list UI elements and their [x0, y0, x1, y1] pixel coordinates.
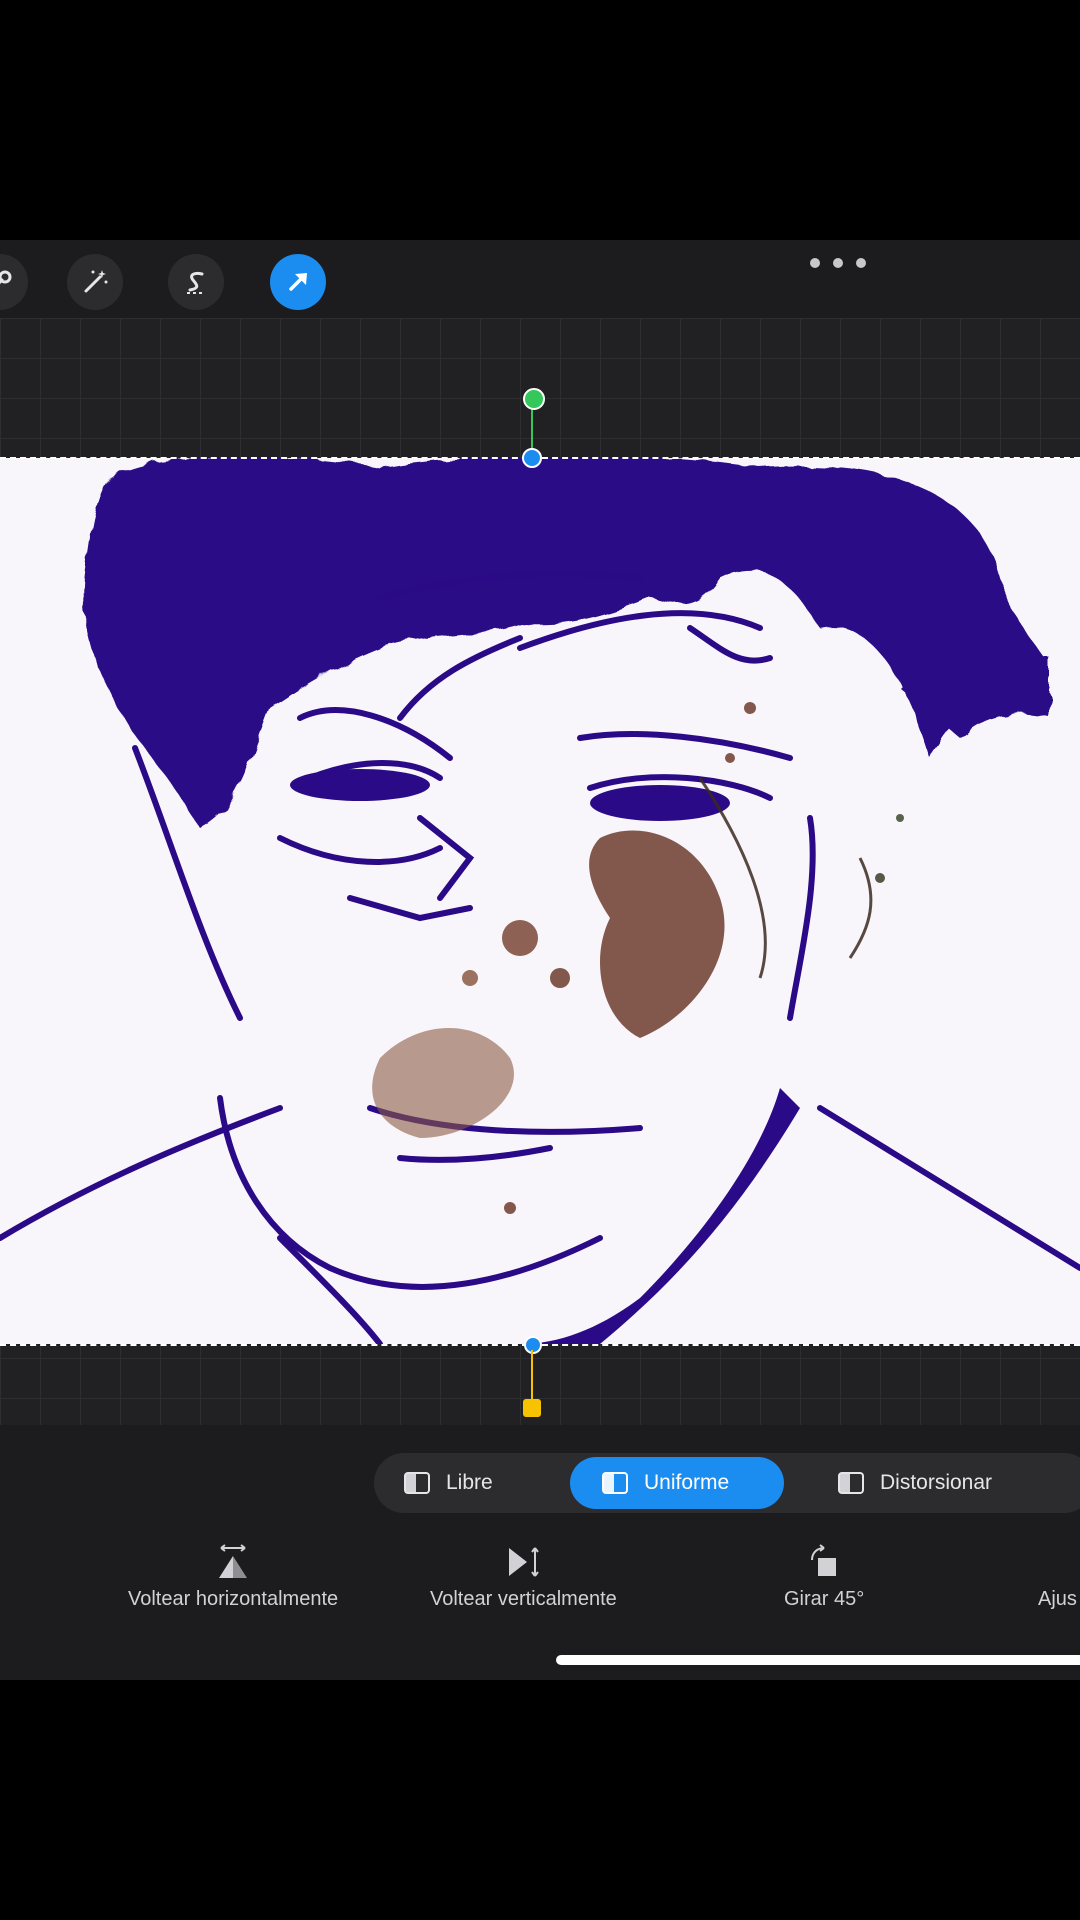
flip-vertical-button[interactable]: Voltear verticalmente [430, 1542, 617, 1611]
artwork-canvas[interactable] [0, 458, 1080, 1344]
libre-mode-icon [404, 1472, 430, 1494]
flip-vertical-icon [509, 1547, 540, 1577]
transform-mode-selector: Libre Uniforme Distorsionar [374, 1453, 1080, 1513]
bottom-letterbox [0, 1680, 1080, 1920]
fit-button[interactable]: Ajus [1038, 1542, 1078, 1611]
wrench-button[interactable] [0, 254, 28, 310]
rotate-45-button[interactable]: Girar 45° [784, 1542, 864, 1611]
top-toolbar [0, 240, 1080, 318]
adjustments-button[interactable] [67, 254, 123, 310]
flip-vertical-label: Voltear verticalmente [430, 1588, 617, 1610]
wrench-icon [0, 270, 12, 285]
mode-distorsionar-label: Distorsionar [880, 1471, 993, 1494]
uniform-mode-icon [602, 1472, 628, 1494]
top-resize-handle[interactable] [522, 448, 542, 468]
mode-distorsionar[interactable]: Distorsionar [838, 1457, 1078, 1509]
home-indicator[interactable] [556, 1655, 1080, 1665]
portrait-sketch [0, 458, 1080, 1344]
rotate-45-label: Girar 45° [784, 1588, 865, 1610]
bottom-resize-handle[interactable] [524, 1336, 542, 1354]
transform-button[interactable] [270, 254, 326, 310]
mode-uniforme-label: Uniforme [644, 1471, 730, 1494]
transform-panel: Libre Uniforme Distorsionar Voltear hori… [0, 1425, 1080, 1680]
snap-handle[interactable] [523, 1399, 541, 1417]
fit-label: Ajus [1038, 1588, 1077, 1610]
flip-horizontal-label: Voltear horizontalmente [128, 1588, 339, 1610]
selection-s-icon [187, 271, 205, 294]
snap-handle-stem [531, 1350, 533, 1402]
transform-arrow-icon [289, 273, 307, 291]
mode-libre[interactable]: Libre [404, 1457, 564, 1509]
top-letterbox [0, 0, 1080, 240]
selection-button[interactable] [168, 254, 224, 310]
rotate-icon [811, 1544, 837, 1576]
flip-horizontal-button[interactable]: Voltear horizontalmente [128, 1542, 338, 1611]
fit-icon [1038, 1542, 1078, 1582]
rotation-handle[interactable] [523, 388, 545, 410]
ellipsis-icon[interactable] [810, 252, 866, 274]
mode-libre-label: Libre [446, 1471, 493, 1494]
magic-wand-icon [84, 270, 108, 293]
distort-mode-icon [838, 1472, 864, 1494]
flip-horizontal-icon [219, 1544, 248, 1578]
mode-uniforme[interactable]: Uniforme [570, 1457, 784, 1509]
